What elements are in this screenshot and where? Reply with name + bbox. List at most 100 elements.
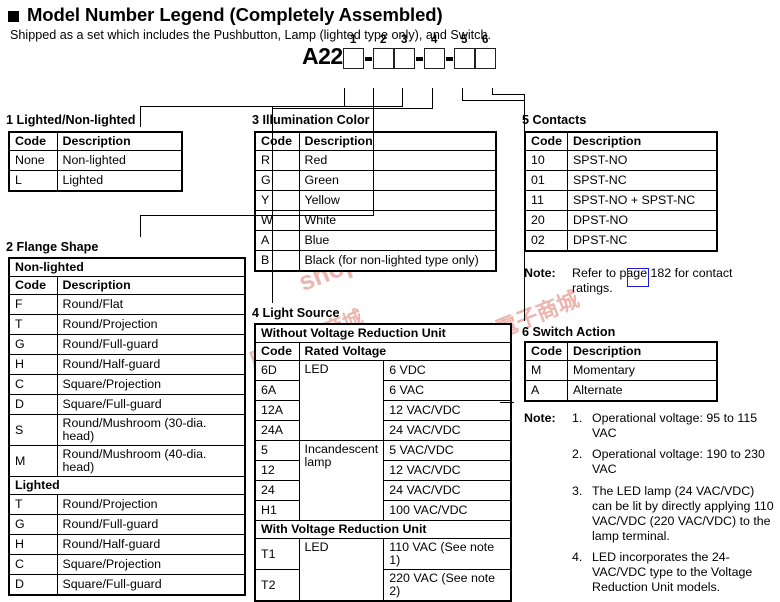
model-box-4-number: 4 (431, 34, 438, 46)
table-row: H1 100 VAC/VDC (254, 500, 512, 522)
model-box-5-number: 5 (461, 34, 468, 46)
contacts-note-text: Refer to page 182 for contact ratings. (572, 266, 733, 296)
table-row: T2 220 VAC (See note 2) (254, 569, 512, 602)
cell-description: Round/Mushroom (30-dia. head) (56, 414, 246, 447)
cell-code: G (254, 170, 300, 192)
note-item: 3. The LED lamp (24 VAC/VDC) can be lit … (524, 484, 776, 545)
connector-4-drop (272, 108, 274, 303)
cell-voltage: 6 VAC (383, 380, 512, 402)
model-box-6-number: 6 (482, 34, 489, 46)
cell-voltage: 100 VAC/VDC (383, 500, 512, 522)
table-row: 01 SPST-NC (524, 170, 718, 192)
cell-description: Black (for non-lighted type only) (298, 250, 497, 272)
group-header-lighted: Lighted (8, 476, 246, 496)
cell-code: T1 (254, 538, 300, 571)
cell-description: Square/Full-guard (56, 394, 246, 416)
notes-label-empty (524, 484, 572, 545)
connector-2-horizontal (140, 215, 374, 217)
connector-2-stub (373, 88, 375, 116)
cell-code: C (8, 554, 58, 576)
cell-code: 20 (524, 210, 568, 232)
cell-code: F (8, 294, 58, 316)
cell-code: L (8, 170, 58, 192)
cell-voltage: 110 VAC (See note 1) (383, 538, 512, 571)
connector-1-drop (140, 106, 142, 127)
cell-voltage: 24 VAC/VDC (383, 480, 512, 502)
header-code: Code (524, 341, 568, 362)
header-description: Description (566, 131, 718, 152)
cell-code: 12A (254, 400, 300, 422)
cell-voltage: 24 VAC/VDC (383, 420, 512, 442)
cell-code: G (8, 334, 58, 356)
connector-6-horizontal (492, 94, 525, 96)
cell-code: 02 (524, 230, 568, 252)
header-code: Code (254, 131, 300, 152)
table-row: G Round/Full-guard (8, 514, 246, 536)
cell-code: B (254, 250, 300, 272)
note-text: LED incorporates the 24-VAC/VDC type to … (592, 550, 753, 595)
cell-description: Round/Flat (56, 294, 246, 316)
connector-4-horizontal (272, 108, 433, 110)
cell-code: D (8, 394, 58, 416)
table-row: G Round/Full-guard (8, 334, 246, 356)
table-contacts: Code Description 10 SPST-NO 01 SPST-NC 11 S… (524, 131, 718, 252)
table-row: W White (254, 210, 497, 232)
table-row: A Blue (254, 230, 497, 252)
table-header-row: Code Description (254, 131, 497, 152)
model-box-4: 4 (423, 34, 445, 69)
table-row: 12 12 VAC/VDC (254, 460, 512, 482)
note-item: Note: 1. Operational voltage: 95 to 115 … (524, 411, 776, 441)
group-header-with-vru: With Voltage Reduction Unit (254, 520, 512, 540)
table-row: 6A 6 VAC (254, 380, 512, 402)
cell-code: S (8, 414, 58, 447)
cell-description: Round/Projection (56, 494, 246, 516)
table-row: Y Yellow (254, 190, 497, 212)
cell-lamp-type: LED (298, 538, 385, 602)
cell-description: Blue (298, 230, 497, 252)
cell-description: Square/Projection (56, 374, 246, 396)
model-box-3: 3 (393, 34, 415, 69)
cell-description: Round/Half-guard (56, 354, 246, 376)
section-6-title: 6 Switch Action (522, 325, 616, 339)
table-row: 20 DPST-NO (524, 210, 718, 232)
table-row: C Square/Projection (8, 554, 246, 576)
table-row: C Square/Projection (8, 374, 246, 396)
table-row: None Non-lighted (8, 150, 183, 172)
model-dash-3 (445, 57, 453, 61)
cell-code: 6D (254, 360, 300, 382)
page-title: Model Number Legend (Completely Assemble… (8, 4, 443, 26)
table-row: 12A 12 VAC/VDC (254, 400, 512, 422)
table-illumination-color: Code Description R Red G Green Y Yellow W Wh… (254, 131, 497, 272)
connector-2-drop (140, 215, 142, 237)
cell-description: Green (298, 170, 497, 192)
table-row: D Square/Full-guard (8, 394, 246, 416)
model-box-3-number: 3 (401, 34, 408, 46)
connector-2-riser (373, 115, 375, 216)
cell-code: M (8, 445, 58, 478)
header-code: Code (8, 131, 58, 152)
cell-description: Square/Full-guard (56, 574, 246, 596)
cell-description: DPST-NC (566, 230, 718, 252)
cell-description: DPST-NO (566, 210, 718, 232)
table-header-row: Code Description (524, 131, 718, 152)
table-row: L Lighted (8, 170, 183, 192)
cell-voltage: 220 VAC (See note 2) (383, 569, 512, 602)
model-box-2-number: 2 (380, 34, 387, 46)
table-row: 24 24 VAC/VDC (254, 480, 512, 502)
cell-code: 24A (254, 420, 300, 442)
cell-code: M (524, 360, 568, 382)
table-light-source: Without Voltage Reduction Unit Code Rate… (254, 323, 512, 602)
table-group-header-row: With Voltage Reduction Unit (254, 520, 512, 540)
table-row: A Alternate (524, 380, 718, 402)
cell-code: 6A (254, 380, 300, 402)
cell-description: Round/Mushroom (40-dia. head) (56, 445, 246, 478)
contacts-note-label: Note: (524, 266, 556, 280)
table-row: 5 Incandescent lamp 5 VAC/VDC (254, 440, 512, 522)
table-row: R Red (254, 150, 497, 172)
cell-code: 01 (524, 170, 568, 192)
cell-voltage: 5 VAC/VDC (383, 440, 512, 462)
table-row: M Round/Mushroom (40-dia. head) (8, 445, 246, 478)
note-item: 2. Operational voltage: 190 to 230 VAC (524, 447, 776, 477)
cell-code: T (8, 314, 58, 336)
divider-left-of-switch-action (500, 402, 514, 404)
